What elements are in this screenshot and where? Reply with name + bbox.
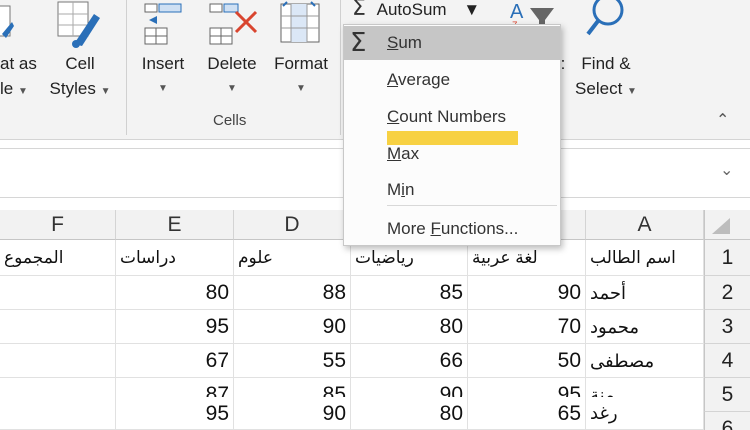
menu-item-text: n (404, 180, 415, 199)
cell-f6[interactable] (0, 397, 116, 430)
ribbon-divider (340, 0, 341, 135)
row-header-5[interactable]: 5 (704, 378, 750, 412)
menu-separator (387, 205, 557, 206)
cell-f1[interactable]: المجموع (0, 240, 116, 276)
chevron-down-icon: ▼ (17, 86, 28, 97)
cell-f4[interactable] (0, 344, 116, 378)
format-as-table-label-2: le (0, 79, 14, 98)
cells-group-label: Cells (213, 112, 247, 129)
autosum-button[interactable]: Σ AutoSum ▼ (352, 0, 502, 22)
cell-a6[interactable]: رغد (586, 397, 704, 430)
menu-item-text: More (387, 219, 431, 238)
format-button[interactable]: Format ▼ (268, 51, 334, 101)
cell-styles-label-2: Styles (49, 79, 96, 98)
find-select-label-1: Find & (581, 54, 631, 73)
find-select-label-2: Select (575, 79, 623, 98)
row-header-2[interactable]: 2 (704, 276, 750, 310)
cell-styles-label-1: Cell (65, 54, 95, 73)
cell-a2[interactable]: أحمد (586, 276, 704, 310)
format-as-table-icon (0, 4, 16, 49)
autosum-label: AutoSum (376, 0, 447, 19)
chevron-down-icon: ▼ (296, 83, 306, 94)
menu-item-sum[interactable]: Σ Sum (344, 26, 560, 60)
cell-e2[interactable]: 80 (116, 276, 234, 310)
expand-formula-bar-icon[interactable]: ⌄ (720, 160, 733, 180)
highlight-marker (387, 131, 518, 145)
column-header-f[interactable]: F (0, 210, 116, 240)
row-header-6[interactable]: 6 (704, 412, 750, 430)
chevron-down-icon: ▼ (227, 83, 237, 94)
menu-item-text: ount Numbers (399, 107, 507, 126)
format-as-table-label-1: at as (0, 54, 37, 73)
menu-item-accelerator: S (387, 33, 399, 52)
cell-b3[interactable]: 70 (468, 310, 586, 344)
cell-c6[interactable]: 80 (351, 397, 468, 430)
collapse-ribbon-icon[interactable]: ⌃ (716, 110, 729, 130)
cell-b6[interactable]: 65 (468, 397, 586, 430)
chevron-down-icon: ▼ (463, 0, 481, 19)
format-as-table-button[interactable]: at as le ▼ (0, 51, 42, 104)
cell-d2[interactable]: 88 (234, 276, 351, 310)
menu-item-accelerator: C (387, 107, 400, 126)
menu-item-text: ax (401, 144, 420, 163)
row-header-3[interactable]: 3 (704, 310, 750, 344)
cell-d6[interactable]: 90 (234, 397, 351, 430)
delete-cells-icon (206, 0, 260, 51)
menu-item-text: M (387, 180, 402, 199)
cell-styles-button[interactable]: Cell Styles ▼ (44, 51, 116, 104)
cell-d1[interactable]: علوم (234, 240, 351, 276)
insert-button[interactable]: Insert ▼ (133, 51, 193, 101)
cell-c4[interactable]: 66 (351, 344, 468, 378)
chevron-down-icon: ▼ (158, 83, 168, 94)
cell-styles-icon (54, 0, 106, 53)
chevron-down-icon: ▼ (100, 86, 111, 97)
insert-label: Insert (141, 54, 185, 73)
row-header-1[interactable]: 1 (704, 240, 750, 276)
menu-item-accelerator: M (387, 144, 402, 163)
cell-a3[interactable]: محمود (586, 310, 704, 344)
ribbon-divider (126, 0, 127, 135)
menu-item-count-numbers[interactable]: Count Numbers (344, 100, 560, 134)
column-header-a[interactable]: A (586, 210, 704, 240)
cell-d4[interactable]: 55 (234, 344, 351, 378)
format-label: Format (274, 54, 328, 73)
sigma-icon: Σ (350, 28, 367, 58)
chevron-down-icon: ▼ (627, 86, 637, 97)
cell-e6[interactable]: 95 (116, 397, 234, 430)
select-all-triangle-icon (712, 218, 730, 234)
cell-c2[interactable]: 85 (351, 276, 468, 310)
menu-item-accelerator: A (387, 70, 399, 89)
cell-c3[interactable]: 80 (351, 310, 468, 344)
cell-f3[interactable] (0, 310, 116, 344)
cell-d3[interactable]: 90 (234, 310, 351, 344)
delete-label: Delete (207, 54, 257, 73)
menu-item-average[interactable]: Average (344, 63, 560, 97)
cell-f2[interactable] (0, 276, 116, 310)
menu-item-min[interactable]: Min (344, 173, 560, 207)
menu-item-accelerator: F (430, 219, 441, 238)
menu-item-more-functions[interactable]: More Functions... (344, 212, 560, 246)
menu-item-text: unctions... (440, 219, 519, 238)
cell-e3[interactable]: 95 (116, 310, 234, 344)
menu-item-text: um (398, 33, 422, 52)
menu-item-text: verage (398, 70, 451, 89)
cell-b2[interactable]: 90 (468, 276, 586, 310)
cell-a4[interactable]: مصطفى (586, 344, 704, 378)
find-select-button[interactable]: Find & Select ▼ (570, 51, 642, 104)
format-cells-icon (277, 0, 325, 51)
delete-button[interactable]: Delete ▼ (200, 51, 264, 101)
sigma-icon: Σ (352, 0, 366, 21)
cell-b4[interactable]: 50 (468, 344, 586, 378)
row-header-4[interactable]: 4 (704, 344, 750, 378)
cell-e1[interactable]: دراسات (116, 240, 234, 276)
magnifier-icon (582, 0, 632, 47)
cell-e4[interactable]: 67 (116, 344, 234, 378)
cell-a1[interactable]: اسم الطالب (586, 240, 704, 276)
column-header-e[interactable]: E (116, 210, 234, 240)
column-header-d[interactable]: D (234, 210, 351, 240)
insert-cells-icon (141, 0, 187, 51)
